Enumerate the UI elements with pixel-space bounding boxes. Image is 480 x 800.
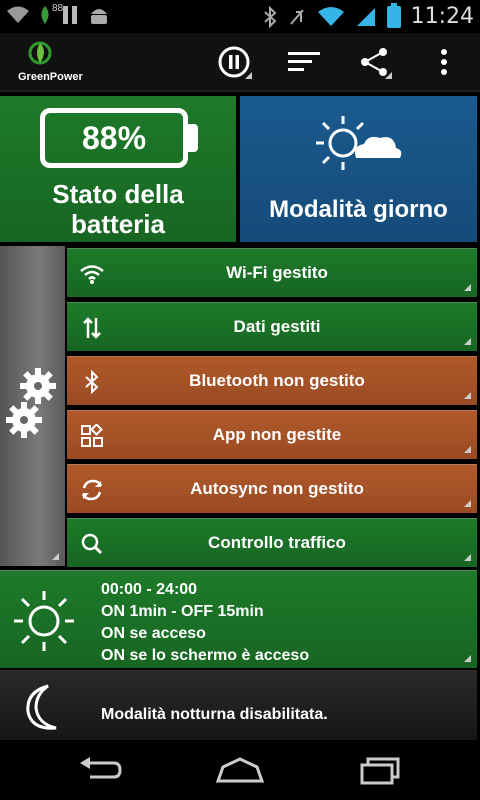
- day-mode-label: Modalità giorno: [269, 196, 448, 223]
- back-icon: [80, 757, 122, 779]
- dropdown-corner: [464, 338, 471, 345]
- schedule-interval: ON 1min - OFF 15min: [101, 603, 264, 620]
- app-logo[interactable]: GreenPower: [18, 39, 98, 89]
- dropdown-corner: [464, 446, 471, 453]
- row-traffic[interactable]: Controllo traffico: [67, 518, 477, 567]
- settings-panel[interactable]: [0, 246, 65, 566]
- gears-icon: [6, 368, 56, 438]
- row-autosync[interactable]: Autosync non gestito: [67, 464, 477, 513]
- dropdown-corner: [464, 500, 471, 507]
- sort-button[interactable]: [280, 39, 328, 85]
- status-bar: 88 11:24: [0, 0, 480, 33]
- battery-tip: [188, 124, 198, 152]
- schedule-details: 00:00 - 24:00 ON 1min - OFF 15min ON se …: [101, 579, 309, 667]
- dropdown-corner: [464, 554, 471, 561]
- apps-icon: [79, 423, 105, 449]
- row-label: Bluetooth non gestito: [189, 371, 365, 390]
- schedule-time: 00:00 - 24:00: [101, 581, 198, 598]
- row-label: App non gestite: [212, 425, 342, 444]
- recent-apps-button[interactable]: [350, 752, 410, 788]
- wifi-icon: [79, 261, 105, 287]
- home-icon: [215, 757, 265, 783]
- sun-cloud-icon: [316, 116, 402, 170]
- dropdown-corner: [245, 72, 252, 79]
- bluetooth-icon: [79, 369, 105, 395]
- mute-icon: [289, 8, 304, 25]
- dropdown-corner: [464, 655, 471, 662]
- day-schedule-tile[interactable]: 00:00 - 24:00 ON 1min - OFF 15min ON se …: [0, 570, 477, 668]
- night-mode-status: Modalità notturna disabilitata.: [101, 706, 328, 723]
- wifi-signal-icon: [317, 6, 344, 26]
- dropdown-corner: [464, 392, 471, 399]
- schedule-on-active: ON se acceso: [101, 625, 206, 642]
- row-data[interactable]: Dati gestiti: [67, 302, 477, 351]
- sort-icon: [288, 52, 320, 71]
- navigation-bar: [0, 740, 480, 800]
- pause-button[interactable]: [210, 39, 258, 85]
- battery-status-icon: [386, 2, 401, 28]
- battery-label-1: Stato della: [52, 179, 184, 209]
- leaf-icon: [41, 6, 49, 24]
- more-vertical-icon: [441, 49, 447, 75]
- battery-gauge: 88%: [40, 108, 188, 168]
- status-clock: 11:24: [410, 4, 474, 29]
- search-icon: [79, 531, 105, 557]
- day-mode-tile[interactable]: Modalità giorno: [240, 96, 477, 242]
- action-bar: GreenPower: [0, 33, 480, 92]
- bluetooth-status-icon: [263, 5, 277, 28]
- battery-status-tile[interactable]: 88% Stato della batteria: [0, 96, 236, 242]
- battery-label-2: batteria: [71, 209, 165, 239]
- battery-percent: 88%: [81, 119, 147, 156]
- signal-number: 88: [52, 3, 64, 14]
- dropdown-corner: [385, 72, 392, 79]
- dropdown-corner: [52, 553, 59, 560]
- row-wifi[interactable]: Wi-Fi gestito: [67, 248, 477, 297]
- row-label: Dati gestiti: [233, 317, 321, 336]
- dropdown-corner: [464, 284, 471, 291]
- cell-signal-icon: [356, 7, 375, 26]
- share-button[interactable]: [350, 39, 398, 85]
- row-label: Autosync non gestito: [190, 479, 364, 498]
- row-apps[interactable]: App non gestite: [67, 410, 477, 459]
- back-button[interactable]: [70, 752, 130, 788]
- logo-leaf-icon: [28, 41, 52, 65]
- home-button[interactable]: [210, 752, 270, 788]
- overflow-menu-button[interactable]: [420, 39, 468, 85]
- recent-apps-icon: [360, 757, 400, 785]
- row-label: Controllo traffico: [208, 533, 346, 552]
- night-mode-tile[interactable]: Modalità notturna disabilitata.: [0, 670, 477, 740]
- wifi-status-icon: [7, 6, 29, 23]
- sun-icon: [14, 591, 74, 651]
- android-icon: [91, 9, 107, 24]
- app-logo-text: GreenPower: [18, 71, 83, 83]
- data-arrows-icon: [79, 315, 105, 341]
- schedule-on-screen: ON se lo schermo è acceso: [101, 647, 310, 664]
- row-label: Wi-Fi gestito: [226, 263, 328, 282]
- sync-icon: [79, 477, 105, 503]
- row-bluetooth[interactable]: Bluetooth non gestito: [67, 356, 477, 405]
- moon-icon: [26, 684, 57, 730]
